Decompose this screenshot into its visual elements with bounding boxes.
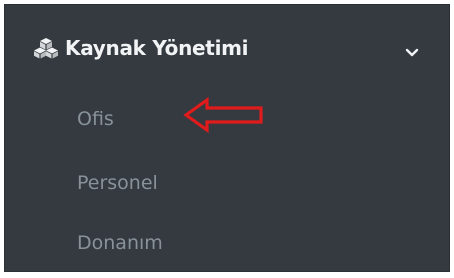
- cubes-icon: [33, 37, 59, 59]
- menu-item-label: Donanım: [77, 232, 163, 254]
- menu-item-personel[interactable]: Personel: [5, 153, 449, 213]
- chevron-down-icon[interactable]: [405, 43, 419, 57]
- screenshot-frame: Kaynak Yönetimi Ofis Personel Donanım: [0, 0, 454, 278]
- menu-item-label: Ofis: [77, 108, 114, 130]
- menu-group-kaynak-yonetimi[interactable]: Kaynak Yönetimi: [5, 5, 449, 91]
- menu-item-label: Personel: [77, 172, 158, 194]
- sidebar-menu: Kaynak Yönetimi Ofis Personel Donanım: [4, 4, 450, 272]
- arrow-left-icon: [183, 96, 265, 134]
- menu-group-label: Kaynak Yönetimi: [65, 36, 249, 60]
- menu-item-donanim[interactable]: Donanım: [5, 213, 449, 273]
